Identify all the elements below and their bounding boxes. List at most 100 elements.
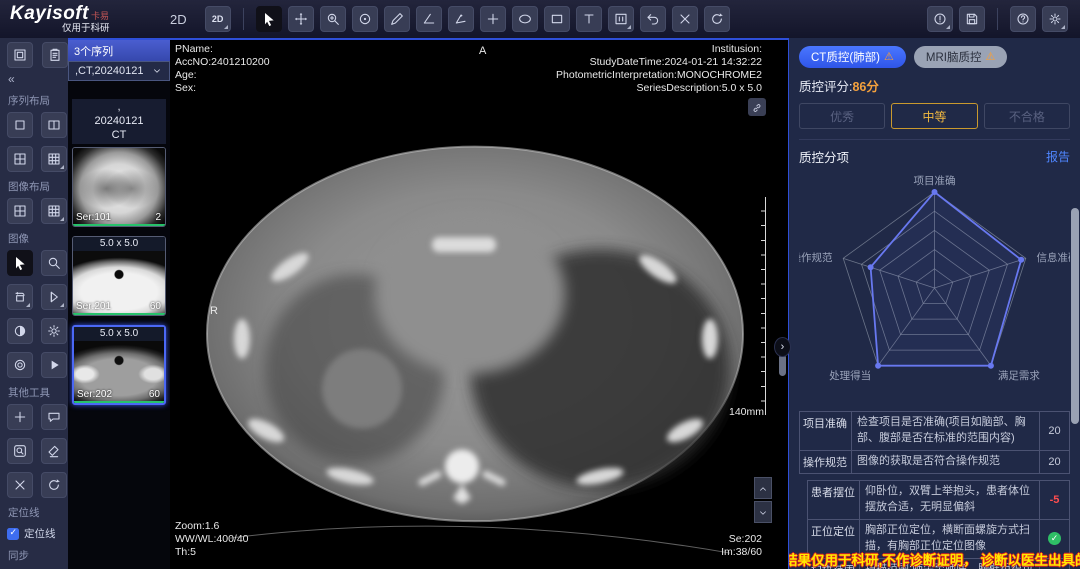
image-stack-scrollbar[interactable] (779, 354, 786, 376)
text-annotation-icon (581, 11, 597, 27)
ellipse-roi-icon (517, 11, 533, 27)
series-layout-1x1[interactable] (7, 112, 33, 138)
magnify-tool[interactable] (41, 250, 67, 276)
rect-roi-tool[interactable] (544, 6, 570, 32)
thumbnail-progress-bar (74, 401, 164, 403)
measure-length-tool[interactable] (384, 6, 410, 32)
collapse-sidebar-button[interactable]: « (8, 72, 68, 86)
grade-button-2[interactable]: 中等 (891, 103, 977, 129)
cine-loop-icon (12, 357, 28, 373)
image-layout-2x2[interactable] (7, 198, 33, 224)
comment-tool[interactable] (41, 404, 67, 430)
orientation-anterior: A (479, 45, 486, 57)
scale-ruler (758, 197, 766, 415)
settings-button[interactable] (1042, 6, 1068, 32)
window-level-tool[interactable] (352, 6, 378, 32)
delete-annotation-icon (677, 11, 693, 27)
series-layout-1x2[interactable] (41, 112, 67, 138)
sidebar-section-title: 其他工具 (8, 385, 68, 400)
brightness-tool[interactable] (41, 318, 67, 344)
info-button[interactable] (927, 6, 953, 32)
qc-panel-scrollbar[interactable] (1071, 208, 1079, 424)
series-list-button[interactable] (7, 42, 33, 68)
reset-button[interactable] (704, 6, 730, 32)
crosshair-tool[interactable] (7, 404, 33, 430)
qc-tab-mri[interactable]: MRI脑质控⚠ (914, 46, 1007, 68)
grade-button-3[interactable]: 不合格 (984, 103, 1070, 129)
toolbar-separator (243, 8, 244, 30)
qc-tab-label: MRI脑质控 (926, 49, 982, 65)
logo-text: Kayisoft (10, 3, 89, 24)
delete-annotation-button[interactable] (672, 6, 698, 32)
zoom-tool[interactable] (320, 6, 346, 32)
checkbox-定位线[interactable]: 定位线 (7, 526, 68, 541)
image-layout-3x3-icon (46, 203, 62, 219)
pointer-tool-sidebar[interactable] (7, 250, 33, 276)
help-button[interactable] (1010, 6, 1036, 32)
wl-preset-tool[interactable] (608, 6, 634, 32)
qc-item-name: 操作规范 (800, 451, 852, 473)
cobb-angle-tool[interactable] (448, 6, 474, 32)
sidebar-section-buttons (7, 198, 68, 224)
layout-2d-button[interactable]: 2D (205, 6, 231, 32)
thumbnail-progress-bar (73, 224, 165, 226)
eraser-tool[interactable] (41, 438, 67, 464)
report-panel-button[interactable] (42, 42, 68, 68)
qc-tab-ct[interactable]: CT质控(肺部)⚠ (799, 46, 906, 68)
mode-2d-box-label: 2D (212, 14, 224, 24)
series-thumbnail[interactable]: 5.0 x 5.0Ser:20260 (72, 325, 166, 405)
image-viewport[interactable]: PName:AccNO:2401210200Age:Sex: Institusi… (170, 38, 788, 569)
pointer-tool[interactable] (256, 6, 282, 32)
probe-tool[interactable] (480, 6, 506, 32)
series-layout-1x2-icon (46, 117, 62, 133)
delete-tool[interactable] (7, 472, 33, 498)
warning-icon: ⚠ (884, 52, 894, 63)
undo-button[interactable] (640, 6, 666, 32)
grade-button-1[interactable]: 优秀 (799, 103, 885, 129)
sidebar-section-title: 同步 (8, 548, 68, 563)
ellipse-roi-tool[interactable] (512, 6, 538, 32)
mode-2d-label: 2D (170, 12, 187, 27)
rotate-flip-tool[interactable] (7, 284, 33, 310)
thumbnail-series-number: Ser:101 (76, 212, 111, 223)
link-series-button[interactable] (748, 98, 766, 116)
report-link[interactable]: 报告 (1046, 148, 1070, 165)
magnifier-box-tool[interactable] (7, 438, 33, 464)
series-layout-3x3[interactable] (41, 146, 67, 172)
overlay-line: Se:202 (721, 533, 762, 546)
sidebar-section-buttons (7, 112, 68, 172)
qc-item-name: 患者摆位 (808, 481, 860, 519)
save-icon (964, 11, 980, 27)
text-annotation-tool[interactable] (576, 6, 602, 32)
series-image-overlay: Se:202Im:38/60 (721, 533, 762, 559)
scroll-down-button[interactable] (754, 501, 772, 523)
image-layout-3x3[interactable] (41, 198, 67, 224)
study-info-overlay: Institusion:StudyDateTime:2024-01-21 14:… (556, 43, 762, 95)
save-button[interactable] (959, 6, 985, 32)
invert-contrast-tool[interactable] (7, 318, 33, 344)
series-layout-2x2[interactable] (7, 146, 33, 172)
reset-image-tool[interactable] (41, 472, 67, 498)
thumbnail-series-number: Ser:201 (76, 301, 111, 312)
play-tool[interactable] (41, 352, 67, 378)
panel-collapse-handle[interactable]: › (774, 337, 791, 357)
series-panel: 3个序列 ,CT,20240121 ,20240121CTSer:10125.0… (68, 38, 170, 569)
qc-table-row: 操作规范图像的获取是否符合操作规范20 (799, 450, 1070, 474)
study-dropdown[interactable]: ,CT,20240121 (68, 61, 170, 81)
overlay-line: Zoom:1.6 (175, 520, 249, 533)
logo-cn-text: 卡易 (91, 11, 109, 21)
pan-tool[interactable] (288, 6, 314, 32)
overlay-line: AccNO:2401210200 (175, 56, 270, 69)
disclaimer-marquee: 结果仅用于科研,不作诊断证明， 诊断以医生出具的诊断 (789, 552, 1080, 569)
patient-info-overlay: PName:AccNO:2401210200Age:Sex: (175, 43, 270, 95)
angle-tool[interactable] (416, 6, 442, 32)
series-thumbnail[interactable]: 5.0 x 5.0Ser:20160 (72, 236, 166, 316)
cine-flag-tool[interactable] (41, 284, 67, 310)
scroll-up-button[interactable] (754, 477, 772, 499)
sidebar-section-title: 定位线 (8, 505, 68, 520)
thumbnail-image-count: 60 (149, 389, 160, 400)
series-thumbnail[interactable]: Ser:1012 (72, 147, 166, 227)
angle-icon (421, 11, 437, 27)
checkbox-label: 定位线 (24, 526, 56, 541)
cine-loop-tool[interactable] (7, 352, 33, 378)
